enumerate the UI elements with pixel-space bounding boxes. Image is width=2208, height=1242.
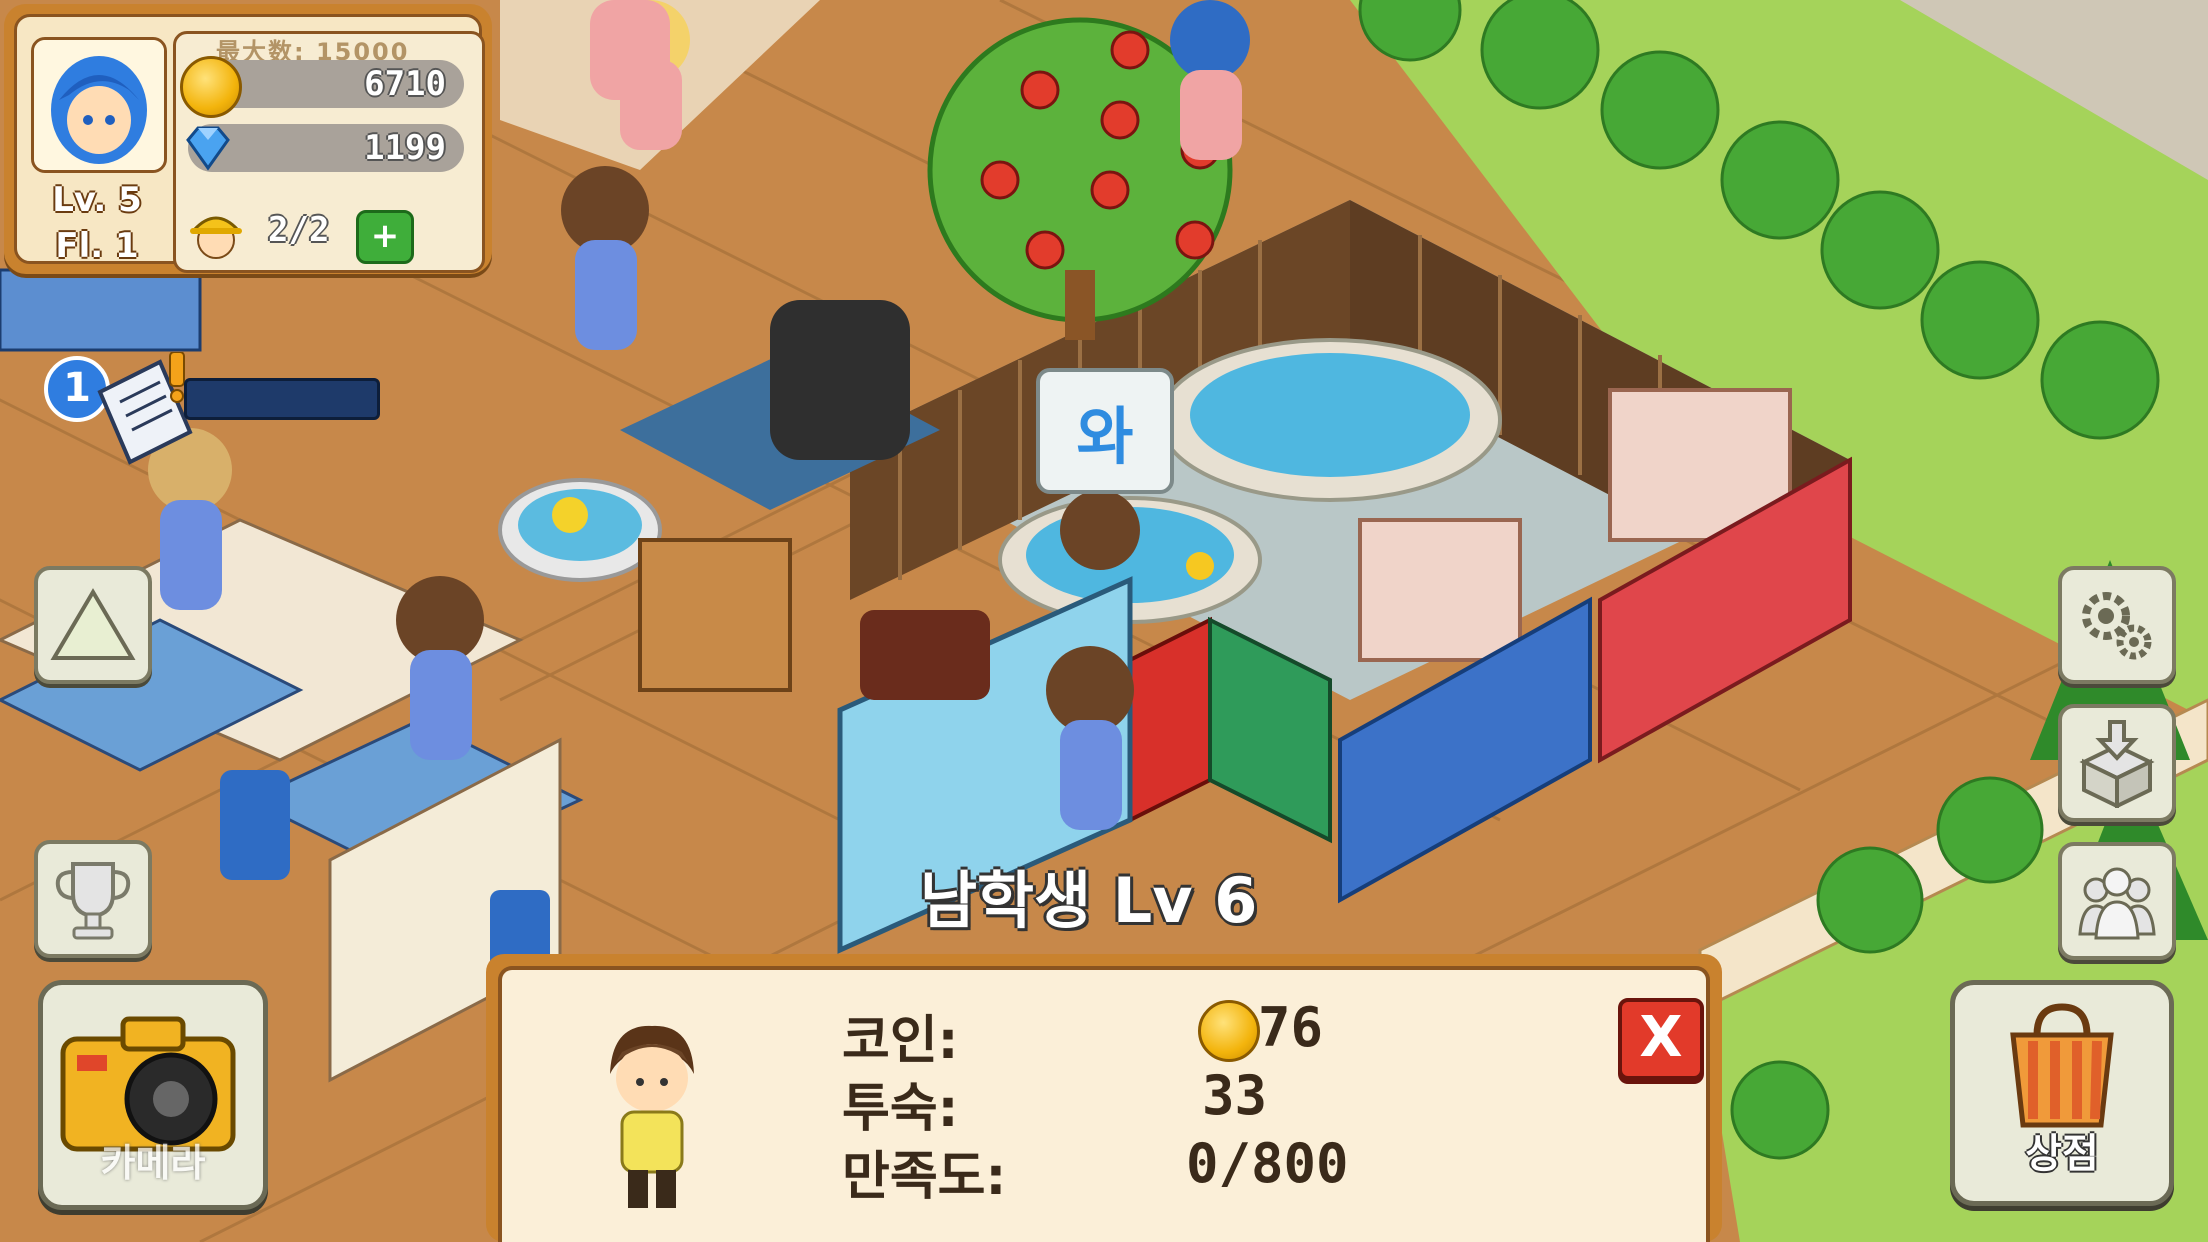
satisfaction-value: 0/800 [1186,1132,1349,1195]
coin-icon [1198,1000,1260,1062]
resource-panel: 最大数: 15000 6710 1199 2/2 + [173,31,485,273]
worker-count: 2/2 [268,210,330,250]
achievements-button[interactable] [34,840,152,958]
player-avatar[interactable] [31,37,167,173]
friends-button[interactable] [2058,842,2176,960]
worker-row: 2/2 + [184,204,414,264]
speech-bubble: 와 [1036,368,1174,494]
stay-label: 투숙: [842,1079,959,1139]
selected-guest-name: 남학생 Lv 6 [920,864,1258,937]
satisfaction-label: 만족도: [842,1147,1007,1207]
player-hud: Lv. 5 Fl. 1 最大数: 15000 6710 1199 2/2 + [4,4,492,274]
coin-icon [180,56,242,118]
trophy-icon [55,862,131,940]
coin-reward-value: 76 [1258,996,1324,1059]
shop-button[interactable]: 상점 [1950,980,2174,1206]
camera-button[interactable]: 카메라 [38,980,268,1210]
people-icon [2078,867,2156,940]
speech-bubble-text: 와 [1076,400,1134,473]
hud-frame: Lv. 5 Fl. 1 最大数: 15000 6710 1199 2/2 + [14,14,485,273]
level-indicator: Lv. 5 Fl. 1 [37,177,157,269]
guest-info-frame: 코인: 76 투숙: 33 만족도: 0/800 X [498,966,1710,1242]
triangle-up-icon [50,588,136,660]
camera-label: 카메라 [100,1141,206,1185]
quest-notification[interactable]: 1 [44,352,380,472]
coin-reward-label: 코인: [842,1011,959,1071]
gear-icon [2082,592,2152,660]
storage-button[interactable] [2058,704,2176,822]
quest-progress-bar [184,378,380,420]
close-button[interactable]: X [1618,998,1704,1080]
settings-button[interactable] [2058,566,2176,684]
player-level: Lv. 5 [52,180,142,220]
gem-icon [186,126,230,171]
gem-count: 1199 [364,128,446,168]
shopping-bag-icon [2010,1003,2114,1128]
box-download-icon [2079,720,2155,808]
shop-label: 상점 [2025,1131,2099,1177]
coin-bar: 6710 [180,56,464,118]
coin-count: 6710 [364,64,446,104]
floor-number: Fl. 1 [55,226,139,266]
guest-portrait [610,1025,694,1208]
add-worker-button[interactable]: + [356,210,414,264]
stay-value: 33 [1202,1064,1268,1127]
worker-helmet-icon [190,216,242,259]
gem-bar: 1199 [186,124,464,172]
floor-up-button[interactable] [34,566,152,684]
player-avatar-icon [34,40,164,170]
guest-info-panel: 코인: 76 투숙: 33 만족도: 0/800 X [486,954,1722,1242]
